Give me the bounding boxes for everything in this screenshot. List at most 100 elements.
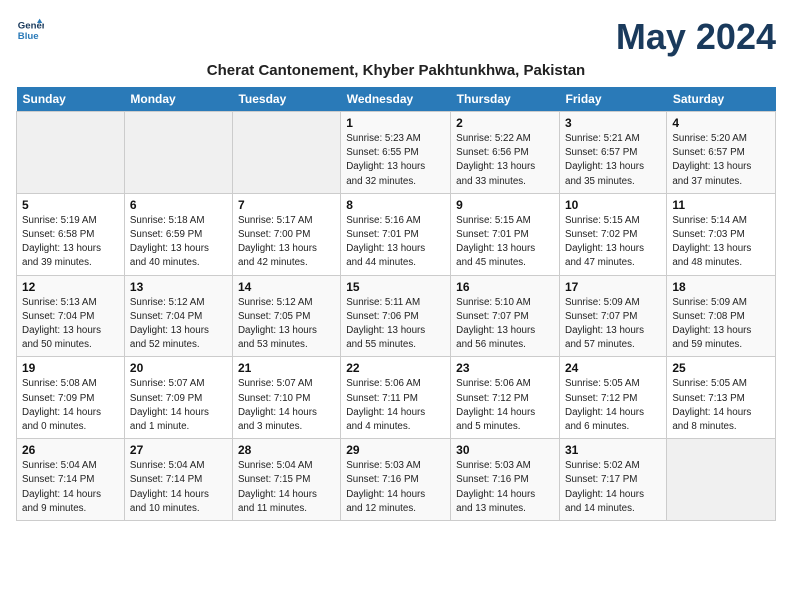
weekday-header-tuesday: Tuesday — [232, 87, 340, 112]
calendar-cell: 2 Sunrise: 5:22 AMSunset: 6:56 PMDaylight… — [451, 112, 560, 194]
day-info: Sunrise: 5:16 AMSunset: 7:01 PMDaylight:… — [346, 214, 445, 271]
calendar-cell: 18Sunrise: 5:09 AMSunset: 7:08 PMDayligh… — [667, 275, 776, 357]
day-number: 6 — [130, 198, 227, 212]
day-number: 23 — [456, 361, 554, 375]
day-number: 26 — [22, 443, 119, 457]
calendar-subtitle: Cherat Cantonement, Khyber Pakhtunkhwa, … — [16, 62, 776, 79]
calendar-cell: 1 Sunrise: 5:23 AMSunset: 6:55 PMDaylight… — [341, 112, 451, 194]
header: General Blue General Blue May 2024 — [16, 16, 776, 58]
calendar-cell: 24 Sunrise: 5:05 AMSunset: 7:12 PMDayligh… — [560, 357, 667, 439]
day-info: Sunrise: 5:03 AMSunset: 7:16 PMDaylight:… — [346, 459, 445, 516]
day-number: 29 — [346, 443, 445, 457]
calendar-cell: 10Sunrise: 5:15 AMSunset: 7:02 PMDayligh… — [560, 193, 667, 275]
day-number: 11 — [672, 198, 770, 212]
week-row-1: 1 Sunrise: 5:23 AMSunset: 6:55 PMDaylight… — [17, 112, 776, 194]
calendar-cell: 15Sunrise: 5:11 AMSunset: 7:06 PMDayligh… — [341, 275, 451, 357]
weekday-header-thursday: Thursday — [451, 87, 560, 112]
weekday-header-saturday: Saturday — [667, 87, 776, 112]
day-info: Sunrise: 5:04 AMSunset: 7:14 PMDaylight:… — [130, 459, 227, 516]
calendar-cell: 29 Sunrise: 5:03 AMSunset: 7:16 PMDayligh… — [341, 439, 451, 521]
day-number: 1 — [346, 116, 445, 130]
calendar-cell: 21Sunrise: 5:07 AMSunset: 7:10 PMDayligh… — [232, 357, 340, 439]
day-number: 19 — [22, 361, 119, 375]
calendar-cell: 28 Sunrise: 5:04 AMSunset: 7:15 PMDayligh… — [232, 439, 340, 521]
day-info: Sunrise: 5:09 AMSunset: 7:08 PMDaylight:… — [672, 296, 770, 353]
calendar-cell: 26 Sunrise: 5:04 AMSunset: 7:14 PMDayligh… — [17, 439, 125, 521]
day-info: Sunrise: 5:18 AMSunset: 6:59 PMDaylight:… — [130, 214, 227, 271]
day-info: Sunrise: 5:22 AMSunset: 6:56 PMDaylight:… — [456, 132, 554, 189]
day-number: 31 — [565, 443, 661, 457]
day-info: Sunrise: 5:02 AMSunset: 7:17 PMDaylight:… — [565, 459, 661, 516]
day-info: Sunrise: 5:04 AMSunset: 7:15 PMDaylight:… — [238, 459, 335, 516]
calendar-cell: 9Sunrise: 5:15 AMSunset: 7:01 PMDaylight… — [451, 193, 560, 275]
day-info: Sunrise: 5:14 AMSunset: 7:03 PMDaylight:… — [672, 214, 770, 271]
logo-icon: General Blue — [16, 16, 44, 44]
day-number: 14 — [238, 280, 335, 294]
calendar-cell — [17, 112, 125, 194]
calendar-cell — [667, 439, 776, 521]
weekday-header-monday: Monday — [124, 87, 232, 112]
calendar-cell: 13 Sunrise: 5:12 AMSunset: 7:04 PMDayligh… — [124, 275, 232, 357]
day-number: 15 — [346, 280, 445, 294]
day-number: 2 — [456, 116, 554, 130]
day-number: 27 — [130, 443, 227, 457]
day-info: Sunrise: 5:17 AMSunset: 7:00 PMDaylight:… — [238, 214, 335, 271]
day-info: Sunrise: 5:05 AMSunset: 7:13 PMDaylight:… — [672, 377, 770, 434]
calendar-cell: 3 Sunrise: 5:21 AMSunset: 6:57 PMDaylight… — [560, 112, 667, 194]
day-info: Sunrise: 5:12 AMSunset: 7:04 PMDaylight:… — [130, 296, 227, 353]
day-info: Sunrise: 5:15 AMSunset: 7:02 PMDaylight:… — [565, 214, 661, 271]
day-info: Sunrise: 5:05 AMSunset: 7:12 PMDaylight:… — [565, 377, 661, 434]
calendar-cell: 14 Sunrise: 5:12 AMSunset: 7:05 PMDayligh… — [232, 275, 340, 357]
day-number: 4 — [672, 116, 770, 130]
calendar-cell: 23Sunrise: 5:06 AMSunset: 7:12 PMDayligh… — [451, 357, 560, 439]
day-number: 9 — [456, 198, 554, 212]
calendar-table: SundayMondayTuesdayWednesdayThursdayFrid… — [16, 87, 776, 521]
logo: General Blue General Blue — [16, 16, 44, 44]
day-number: 24 — [565, 361, 661, 375]
day-number: 7 — [238, 198, 335, 212]
day-number: 12 — [22, 280, 119, 294]
day-info: Sunrise: 5:20 AMSunset: 6:57 PMDaylight:… — [672, 132, 770, 189]
day-info: Sunrise: 5:06 AMSunset: 7:11 PMDaylight:… — [346, 377, 445, 434]
calendar-cell: 25 Sunrise: 5:05 AMSunset: 7:13 PMDayligh… — [667, 357, 776, 439]
day-info: Sunrise: 5:23 AMSunset: 6:55 PMDaylight:… — [346, 132, 445, 189]
calendar-cell: 22 Sunrise: 5:06 AMSunset: 7:11 PMDayligh… — [341, 357, 451, 439]
day-number: 3 — [565, 116, 661, 130]
day-number: 13 — [130, 280, 227, 294]
day-info: Sunrise: 5:19 AMSunset: 6:58 PMDaylight:… — [22, 214, 119, 271]
calendar-cell: 4 Sunrise: 5:20 AMSunset: 6:57 PMDaylight… — [667, 112, 776, 194]
day-number: 28 — [238, 443, 335, 457]
day-number: 20 — [130, 361, 227, 375]
day-number: 25 — [672, 361, 770, 375]
day-info: Sunrise: 5:13 AMSunset: 7:04 PMDaylight:… — [22, 296, 119, 353]
calendar-cell: 19 Sunrise: 5:08 AMSunset: 7:09 PMDayligh… — [17, 357, 125, 439]
day-info: Sunrise: 5:03 AMSunset: 7:16 PMDaylight:… — [456, 459, 554, 516]
weekday-header-wednesday: Wednesday — [341, 87, 451, 112]
calendar-cell: 7 Sunrise: 5:17 AMSunset: 7:00 PMDaylight… — [232, 193, 340, 275]
day-number: 5 — [22, 198, 119, 212]
weekday-header-row: SundayMondayTuesdayWednesdayThursdayFrid… — [17, 87, 776, 112]
day-number: 22 — [346, 361, 445, 375]
calendar-cell: 17Sunrise: 5:09 AMSunset: 7:07 PMDayligh… — [560, 275, 667, 357]
day-info: Sunrise: 5:04 AMSunset: 7:14 PMDaylight:… — [22, 459, 119, 516]
day-info: Sunrise: 5:10 AMSunset: 7:07 PMDaylight:… — [456, 296, 554, 353]
calendar-cell — [232, 112, 340, 194]
week-row-5: 26 Sunrise: 5:04 AMSunset: 7:14 PMDayligh… — [17, 439, 776, 521]
day-info: Sunrise: 5:08 AMSunset: 7:09 PMDaylight:… — [22, 377, 119, 434]
day-info: Sunrise: 5:12 AMSunset: 7:05 PMDaylight:… — [238, 296, 335, 353]
day-info: Sunrise: 5:07 AMSunset: 7:09 PMDaylight:… — [130, 377, 227, 434]
svg-text:Blue: Blue — [18, 31, 39, 42]
calendar-cell: 6 Sunrise: 5:18 AMSunset: 6:59 PMDaylight… — [124, 193, 232, 275]
month-title: May 2024 — [616, 16, 776, 58]
day-number: 8 — [346, 198, 445, 212]
week-row-4: 19 Sunrise: 5:08 AMSunset: 7:09 PMDayligh… — [17, 357, 776, 439]
week-row-3: 12 Sunrise: 5:13 AMSunset: 7:04 PMDayligh… — [17, 275, 776, 357]
day-info: Sunrise: 5:21 AMSunset: 6:57 PMDaylight:… — [565, 132, 661, 189]
calendar-cell: 12 Sunrise: 5:13 AMSunset: 7:04 PMDayligh… — [17, 275, 125, 357]
calendar-cell: 5 Sunrise: 5:19 AMSunset: 6:58 PMDaylight… — [17, 193, 125, 275]
day-info: Sunrise: 5:09 AMSunset: 7:07 PMDaylight:… — [565, 296, 661, 353]
day-number: 16 — [456, 280, 554, 294]
day-info: Sunrise: 5:07 AMSunset: 7:10 PMDaylight:… — [238, 377, 335, 434]
calendar-cell: 20 Sunrise: 5:07 AMSunset: 7:09 PMDayligh… — [124, 357, 232, 439]
day-number: 30 — [456, 443, 554, 457]
